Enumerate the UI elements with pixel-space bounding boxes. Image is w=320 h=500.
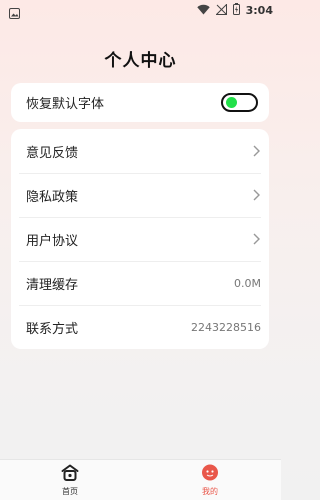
no-signal-icon xyxy=(214,2,227,18)
profile-icon xyxy=(202,464,218,481)
chevron-right-icon xyxy=(253,233,260,245)
menu-item-label: 隐私政策 xyxy=(26,189,79,205)
settings-menu-card: 意见反馈 隐私政策 用户协议 清理缓存 0.0M 联系方式 2243228516 xyxy=(11,129,269,349)
menu-item-label: 意见反馈 xyxy=(26,145,79,161)
tab-label: 首页 xyxy=(62,487,78,496)
menu-item-contact[interactable]: 联系方式 2243228516 xyxy=(11,305,269,349)
restore-font-label: 恢复默认字体 xyxy=(26,97,105,112)
page-title: 个人中心 xyxy=(104,51,177,71)
gallery-icon xyxy=(9,4,20,23)
menu-item-privacy[interactable]: 隐私政策 xyxy=(11,173,269,217)
status-bar: 3:04 xyxy=(0,0,281,22)
menu-item-label: 清理缓存 xyxy=(26,277,79,293)
tab-mine[interactable]: 我的 xyxy=(180,464,240,497)
restore-font-toggle[interactable] xyxy=(221,93,258,112)
cache-size-value: 0.0M xyxy=(234,276,261,290)
contact-value: 2243228516 xyxy=(191,320,261,334)
wifi-icon xyxy=(196,4,210,18)
menu-item-agreement[interactable]: 用户协议 xyxy=(11,217,269,261)
restore-font-card: 恢复默认字体 xyxy=(11,83,269,122)
status-time: 3:04 xyxy=(245,4,273,17)
home-icon xyxy=(61,464,79,481)
menu-item-clear-cache[interactable]: 清理缓存 0.0M xyxy=(11,261,269,305)
chevron-right-icon xyxy=(253,189,260,201)
menu-item-label: 用户协议 xyxy=(26,233,79,249)
tab-home[interactable]: 首页 xyxy=(40,464,100,497)
chevron-right-icon xyxy=(253,145,260,157)
tab-label: 我的 xyxy=(202,487,218,496)
bottom-tab-bar: 首页 我的 xyxy=(0,459,281,500)
toggle-knob xyxy=(226,97,237,108)
battery-icon xyxy=(232,3,240,18)
menu-item-label: 联系方式 xyxy=(26,321,79,337)
menu-item-feedback[interactable]: 意见反馈 xyxy=(11,129,269,173)
